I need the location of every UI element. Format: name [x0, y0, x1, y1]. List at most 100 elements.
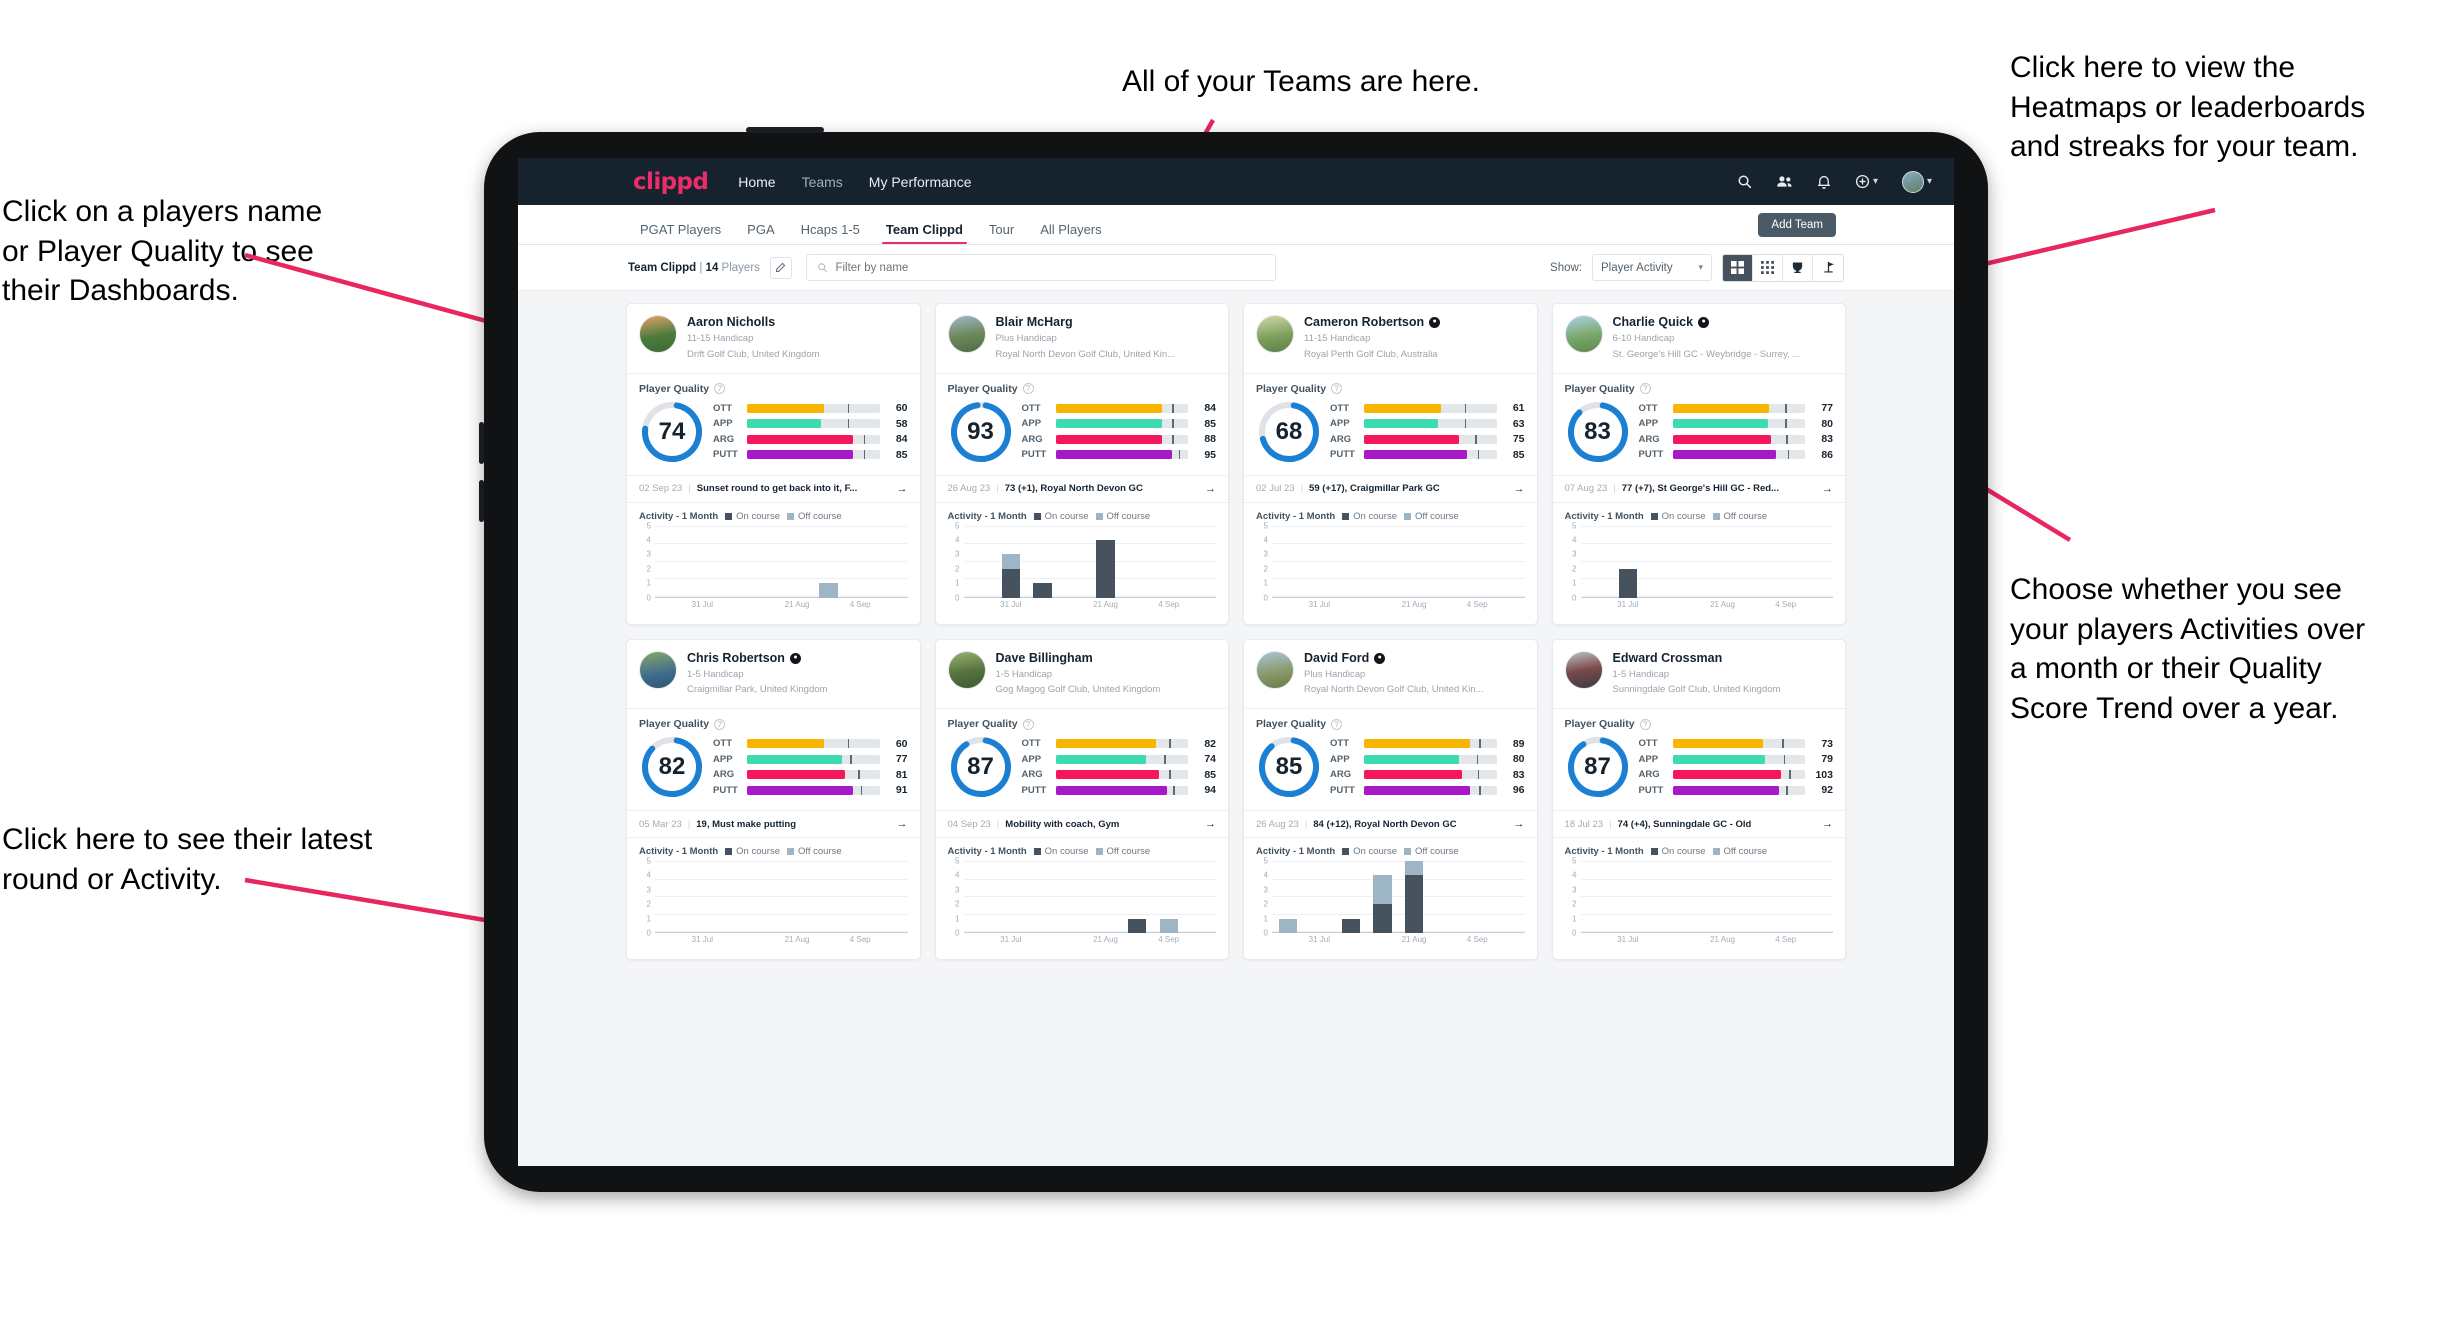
avatar[interactable]: [1256, 315, 1294, 353]
player-card[interactable]: Blair McHarg Plus Handicap Royal North D…: [934, 303, 1229, 625]
avatar[interactable]: [639, 650, 677, 689]
quality-score-ring[interactable]: 68: [1256, 399, 1322, 465]
player-card[interactable]: Cameron Robertson ● 11-15 Handicap Royal …: [1243, 303, 1538, 625]
player-card[interactable]: David Ford ● Plus Handicap Royal North De…: [1243, 638, 1538, 961]
latest-round-row[interactable]: 02 Sep 23 | Sunset round to get back int…: [627, 474, 920, 503]
player-header[interactable]: David Ford ● Plus Handicap Royal North De…: [1244, 640, 1537, 709]
latest-round-row[interactable]: 26 Aug 23 | 73 (+1), Royal North Devon G…: [935, 474, 1228, 503]
quality-score-ring[interactable]: 93: [948, 399, 1014, 465]
help-icon[interactable]: ?: [1331, 718, 1343, 730]
clippd-logo[interactable]: clippd: [633, 169, 709, 195]
quality-score-ring[interactable]: 87: [948, 734, 1014, 800]
player-header[interactable]: Cameron Robertson ● 11-15 Handicap Royal …: [1244, 304, 1537, 373]
arrow-right-icon[interactable]: →: [1822, 818, 1833, 830]
avatar[interactable]: [1564, 315, 1603, 353]
tab-pgat-players[interactable]: PGAT Players: [640, 222, 721, 244]
avatar[interactable]: [947, 315, 986, 353]
search-field[interactable]: [805, 254, 1276, 281]
latest-round-row[interactable]: 26 Aug 23 | 84 (+12), Royal North Devon …: [1244, 810, 1537, 839]
grid-large-icon[interactable]: [1723, 254, 1753, 281]
player-name[interactable]: Edward Crossman: [1613, 651, 1781, 666]
help-icon[interactable]: ?: [1639, 383, 1651, 395]
avatar[interactable]: ▾: [1901, 170, 1932, 193]
latest-round-row[interactable]: 02 Jul 23 | 59 (+17), Craigmillar Park G…: [1244, 474, 1537, 503]
device-power-button[interactable]: [746, 127, 824, 133]
player-quality-body[interactable]: 74 OTT 60 APP 58 ARG 84 PUTT 85: [627, 397, 920, 475]
player-name[interactable]: David Ford ●: [1304, 651, 1484, 666]
player-card[interactable]: Aaron Nicholls 11-15 Handicap Drift Golf…: [626, 303, 921, 625]
latest-round-row[interactable]: 07 Aug 23 | 77 (+7), St George's Hill GC…: [1552, 474, 1845, 503]
help-icon[interactable]: ?: [1022, 718, 1034, 730]
arrow-right-icon[interactable]: →: [1205, 483, 1216, 495]
player-name[interactable]: Aaron Nicholls: [687, 315, 820, 330]
quality-score-ring[interactable]: 87: [1565, 734, 1631, 800]
quality-score-ring[interactable]: 74: [639, 399, 705, 465]
arrow-right-icon[interactable]: →: [897, 483, 908, 495]
latest-round-row[interactable]: 04 Sep 23 | Mobility with coach, Gym →: [935, 810, 1228, 839]
nav-link-home[interactable]: Home: [738, 174, 775, 190]
player-quality-body[interactable]: 83 OTT 77 APP 80 ARG 83 PUTT 86: [1553, 397, 1846, 475]
player-card[interactable]: Dave Billingham 1-5 Handicap Gog Magog G…: [934, 638, 1229, 961]
help-icon[interactable]: ?: [1639, 718, 1651, 730]
player-name[interactable]: Cameron Robertson ●: [1304, 315, 1441, 330]
tab-tour[interactable]: Tour: [989, 222, 1014, 244]
people-icon[interactable]: [1776, 174, 1793, 189]
player-quality-body[interactable]: 68 OTT 61 APP 63 ARG 75 PUTT 85: [1244, 397, 1537, 475]
trophy-icon[interactable]: [1783, 254, 1813, 281]
tab-pga[interactable]: PGA: [747, 222, 774, 244]
player-header[interactable]: Edward Crossman 1-5 Handicap Sunningdale…: [1553, 640, 1846, 709]
arrow-right-icon[interactable]: →: [1822, 483, 1833, 495]
show-select[interactable]: Player Activity ▾: [1592, 254, 1712, 281]
add-team-button[interactable]: Add Team: [1758, 213, 1836, 237]
player-name[interactable]: Blair McHarg: [996, 315, 1176, 330]
player-quality-body[interactable]: 93 OTT 84 APP 85 ARG 88 PUTT 95: [936, 397, 1229, 475]
player-header[interactable]: Blair McHarg Plus Handicap Royal North D…: [936, 304, 1229, 373]
help-icon[interactable]: ?: [1331, 383, 1343, 395]
tab-all-players[interactable]: All Players: [1040, 222, 1101, 244]
player-quality-body[interactable]: 82 OTT 60 APP 77 ARG 81 PUTT 91: [627, 732, 920, 810]
avatar[interactable]: [947, 650, 986, 689]
nav-link-my-performance[interactable]: My Performance: [869, 174, 972, 190]
chevron-down-icon[interactable]: ▾: [1873, 176, 1878, 187]
player-header[interactable]: Dave Billingham 1-5 Handicap Gog Magog G…: [936, 640, 1229, 709]
player-header[interactable]: Chris Robertson ● 1-5 Handicap Craigmilla…: [627, 640, 920, 709]
player-quality-body[interactable]: 87 OTT 82 APP 74 ARG 85 PUTT 94: [936, 732, 1229, 810]
arrow-right-icon[interactable]: →: [1514, 818, 1525, 830]
player-header[interactable]: Charlie Quick ● 6-10 Handicap St. George'…: [1553, 304, 1846, 373]
quality-score-ring[interactable]: 85: [1256, 734, 1322, 800]
player-name[interactable]: Chris Robertson ●: [687, 651, 827, 666]
tab-team-clippd[interactable]: Team Clippd: [881, 222, 967, 244]
quality-score-ring[interactable]: 83: [1565, 399, 1631, 465]
avatar[interactable]: [1564, 650, 1603, 689]
help-icon[interactable]: ?: [714, 718, 726, 730]
player-quality-body[interactable]: 87 OTT 73 APP 79 ARG 103 PUTT 92: [1553, 732, 1846, 810]
help-icon[interactable]: ?: [714, 383, 726, 395]
player-card[interactable]: Charlie Quick ● 6-10 Handicap St. George'…: [1551, 303, 1846, 625]
player-name[interactable]: Dave Billingham: [996, 651, 1161, 666]
device-volume-down-button[interactable]: [479, 480, 484, 522]
player-quality-body[interactable]: 85 OTT 89 APP 80 ARG 83 PUTT 96: [1244, 732, 1537, 810]
help-icon[interactable]: ?: [1022, 383, 1034, 395]
player-card[interactable]: Edward Crossman 1-5 Handicap Sunningdale…: [1551, 638, 1846, 961]
nav-link-teams[interactable]: Teams: [802, 174, 843, 190]
latest-round-row[interactable]: 18 Jul 23 | 74 (+4), Sunningdale GC - Ol…: [1552, 810, 1845, 839]
latest-round-row[interactable]: 05 Mar 23 | 19, Must make putting →: [627, 810, 920, 839]
player-card[interactable]: Chris Robertson ● 1-5 Handicap Craigmilla…: [626, 638, 921, 961]
arrow-right-icon[interactable]: →: [897, 818, 908, 830]
bell-icon[interactable]: [1817, 174, 1831, 190]
search-icon[interactable]: [1737, 174, 1752, 189]
grid-small-icon[interactable]: [1753, 254, 1783, 281]
player-header[interactable]: Aaron Nicholls 11-15 Handicap Drift Golf…: [627, 304, 920, 373]
device-volume-up-button[interactable]: [479, 422, 484, 464]
flag-icon[interactable]: [1813, 254, 1843, 281]
avatar[interactable]: [639, 315, 677, 353]
edit-team-button[interactable]: [769, 256, 792, 279]
arrow-right-icon[interactable]: →: [1205, 818, 1216, 830]
tab-hcaps-1-5[interactable]: Hcaps 1-5: [801, 222, 860, 244]
quality-score-ring[interactable]: 82: [639, 734, 705, 800]
avatar[interactable]: [1256, 650, 1294, 689]
search-input[interactable]: [835, 261, 1265, 274]
chevron-down-icon[interactable]: ▾: [1927, 176, 1932, 187]
plus-circle-icon[interactable]: ▾: [1855, 174, 1878, 189]
player-name[interactable]: Charlie Quick ●: [1613, 315, 1801, 330]
